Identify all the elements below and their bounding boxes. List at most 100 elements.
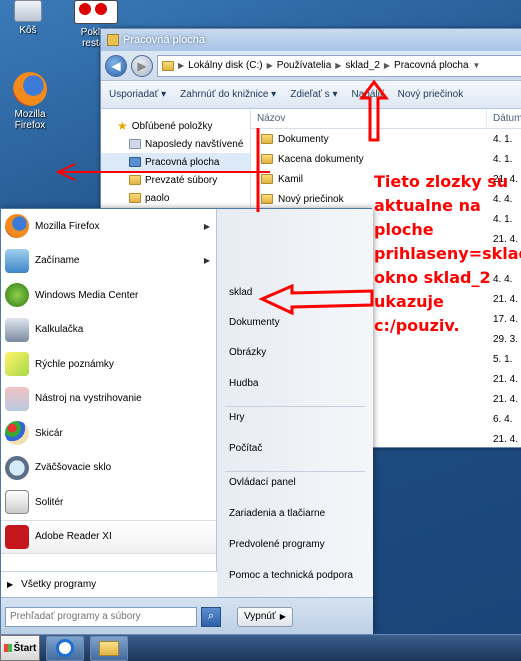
taskbar-explorer[interactable] <box>90 635 128 661</box>
star-icon: ★ <box>117 119 128 133</box>
forward-button[interactable]: ▶ <box>131 54 153 77</box>
table-row[interactable]: Kacena dokumenty 4. 1. <box>251 149 521 169</box>
all-programs-button[interactable]: ▶ Všetky programy <box>1 571 217 597</box>
window-title-bar[interactable]: Pracovná plocha <box>101 29 521 51</box>
folder-icon <box>99 640 119 656</box>
windows-logo-icon <box>3 644 12 652</box>
start-menu-place[interactable]: sklad <box>217 287 373 298</box>
nav-downloads[interactable]: Prevzaté súbory <box>101 171 250 189</box>
start-menu-place[interactable]: Obrázky <box>217 347 373 358</box>
start-menu-item-label: Skicár <box>35 427 63 439</box>
start-menu-item[interactable]: Nástroj na vystrihovanie <box>1 382 216 417</box>
chevron-right-icon: ▶ <box>266 61 273 70</box>
start-menu-item[interactable]: Zväčšovacie sklo <box>1 451 216 486</box>
file-name: Kamil <box>278 173 304 185</box>
start-menu-place[interactable]: Dokumenty <box>217 317 373 328</box>
start-menu-place[interactable]: Predvolené programy <box>217 539 373 550</box>
start-menu-item[interactable]: Windows Media Center <box>1 278 216 313</box>
start-label: Štart <box>13 642 37 654</box>
start-menu-item-label: Solitér <box>35 496 64 508</box>
start-menu-item-label: Kalkulačka <box>35 324 84 336</box>
start-menu-item[interactable]: Skicár <box>1 416 216 451</box>
start-menu-item[interactable]: Začíname ▶ <box>1 244 216 279</box>
start-menu-item[interactable]: Solitér <box>1 485 216 520</box>
start-menu-place[interactable]: Zariadenia a tlačiarne <box>217 508 373 519</box>
start-menu: Mozilla Firefox ▶ Začíname ▶ Windows Media C… <box>0 208 373 635</box>
nav-recent-places[interactable]: Naposledy navštívené <box>101 135 250 153</box>
column-header-date[interactable]: Dátum <box>487 109 521 128</box>
chevron-right-icon: ▶ <box>279 612 286 621</box>
nav-item-label: Naposledy navštívené <box>145 138 244 150</box>
start-menu-item-label: Rýchle poznámky <box>35 358 114 370</box>
chevron-right-icon: ▶ <box>178 61 185 70</box>
file-date-cell: 21. 4. <box>493 393 519 405</box>
shutdown-button[interactable]: Vypnúť ▶ <box>237 606 293 627</box>
window-title: Pracovná plocha <box>123 34 205 46</box>
folder-icon <box>261 154 273 164</box>
nav-item-label: Pracovná plocha <box>145 156 220 168</box>
folder-icon <box>129 193 141 203</box>
start-menu-item-label: Začíname <box>35 255 80 267</box>
start-menu-places: sklad Dokumenty Obrázky Hudba Hry Počítač Ovlá… <box>217 209 373 597</box>
include-in-library-button[interactable]: Zahrnúť do knižnice ▾ <box>180 89 276 100</box>
adobe-reader-icon <box>5 524 29 549</box>
nav-desktop[interactable]: Pracovná plocha <box>101 153 250 171</box>
breadcrumb-item[interactable]: sklad_2 <box>345 60 379 71</box>
shutdown-label: Vypnúť <box>244 611 276 622</box>
breadcrumb-item[interactable]: Pracovná plocha <box>394 60 469 71</box>
folder-icon <box>107 34 119 46</box>
start-menu-item-label: Mozilla Firefox <box>35 220 100 232</box>
menu-separator <box>225 406 365 407</box>
start-button[interactable]: Štart <box>0 635 40 661</box>
folder-icon <box>162 60 174 71</box>
downloads-icon <box>129 175 141 185</box>
new-folder-button[interactable]: Nový priečinok <box>398 89 464 100</box>
menu-separator <box>225 471 365 472</box>
breadcrumb-item[interactable]: Používatelia <box>277 60 331 71</box>
magnifier-icon <box>5 455 29 480</box>
recent-places-icon <box>129 139 141 149</box>
desktop-icon <box>129 157 141 167</box>
start-search-input[interactable] <box>5 606 197 627</box>
desktop-icon-label: Kôš <box>19 25 37 36</box>
file-name: Nový priečinok <box>278 193 344 205</box>
start-menu-item[interactable]: Kalkulačka <box>1 313 216 348</box>
start-menu-bottom: ⌕ Vypnúť ▶ <box>1 597 373 635</box>
media-center-icon <box>5 283 29 308</box>
column-header-name[interactable]: Názov <box>251 109 487 128</box>
start-menu-place[interactable]: Ovládací panel <box>217 477 373 488</box>
table-row[interactable]: Dokumenty 4. 1. <box>251 129 521 149</box>
breadcrumb-item[interactable]: Lokálny disk (C:) <box>188 60 262 71</box>
start-menu-place[interactable]: Počítač <box>217 443 373 454</box>
back-button[interactable]: ◀ <box>105 54 127 77</box>
firefox-icon <box>5 214 29 239</box>
start-menu-place[interactable]: Hry <box>217 412 373 423</box>
folder-icon <box>261 134 273 144</box>
paint-icon <box>5 421 29 446</box>
organize-button[interactable]: Usporiadať ▾ <box>109 89 166 100</box>
address-area: ◀ ▶ ▶ Lokálny disk (C:) ▶ Používatelia ▶… <box>101 51 521 81</box>
file-date-cell: 21. 4. <box>493 373 519 385</box>
start-menu-place[interactable]: Hudba <box>217 378 373 389</box>
nav-favorites[interactable]: ★ Obľúbené položky <box>101 117 250 135</box>
burn-button[interactable]: Napáliť <box>352 89 384 100</box>
taskbar-teamviewer[interactable] <box>46 635 84 661</box>
search-icon[interactable]: ⌕ <box>201 606 221 627</box>
file-date-cell: 5. 1. <box>493 353 513 365</box>
calculator-icon <box>5 317 29 342</box>
address-bar[interactable]: ▶ Lokálny disk (C:) ▶ Používatelia ▶ skl… <box>157 54 521 77</box>
start-menu-item[interactable]: Mozilla Firefox ▶ <box>1 209 216 244</box>
start-menu-place[interactable]: Pomoc a technická podpora <box>217 570 373 581</box>
desktop-icon-recycle-bin[interactable]: Kôš <box>8 0 48 36</box>
file-name: Kacena dokumenty <box>278 153 364 165</box>
chevron-down-icon[interactable]: ▼ <box>473 61 481 70</box>
desktop-icon-firefox[interactable]: Mozilla Firefox <box>0 72 60 131</box>
annotation-text: Tieto zlozky su aktualne na ploche prihl… <box>374 172 521 335</box>
play-arrow-icon: ▶ <box>7 580 14 589</box>
start-menu-item[interactable]: Rýchle poznámky <box>1 347 216 382</box>
start-menu-item-label: Windows Media Center <box>35 289 139 301</box>
start-menu-item[interactable]: Adobe Reader XI <box>1 519 216 554</box>
nav-paolo[interactable]: paolo <box>101 189 250 207</box>
taskbar: Štart <box>0 634 521 661</box>
share-with-button[interactable]: Zdieľať s ▾ <box>290 89 337 100</box>
